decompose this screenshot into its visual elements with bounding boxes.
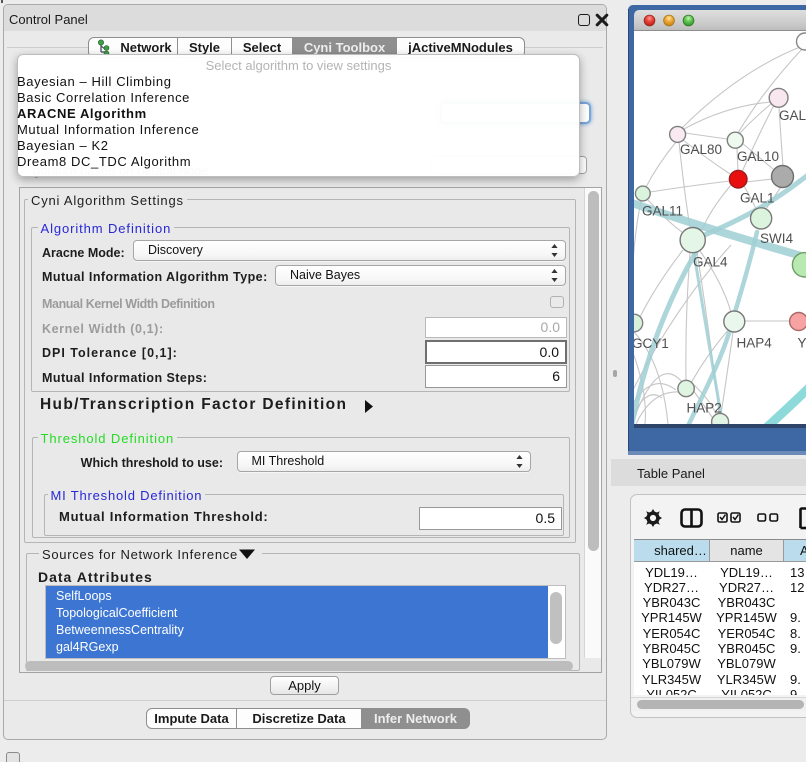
svg-text:HAP4: HAP4 <box>737 336 773 351</box>
svg-text:SWI4: SWI4 <box>760 231 793 246</box>
svg-text:GAL1: GAL1 <box>740 191 775 206</box>
svg-text:GAL80: GAL80 <box>680 142 722 157</box>
svg-text:GAL11: GAL11 <box>642 204 683 219</box>
svg-text:GCY1: GCY1 <box>634 336 669 351</box>
svg-text:HAP2: HAP2 <box>687 401 722 416</box>
svg-text:GAL10: GAL10 <box>737 149 779 164</box>
svg-text:YJ: YJ <box>798 336 806 351</box>
svg-text:GAL7: GAL7 <box>779 108 806 123</box>
svg-text:GAL4: GAL4 <box>693 255 728 270</box>
